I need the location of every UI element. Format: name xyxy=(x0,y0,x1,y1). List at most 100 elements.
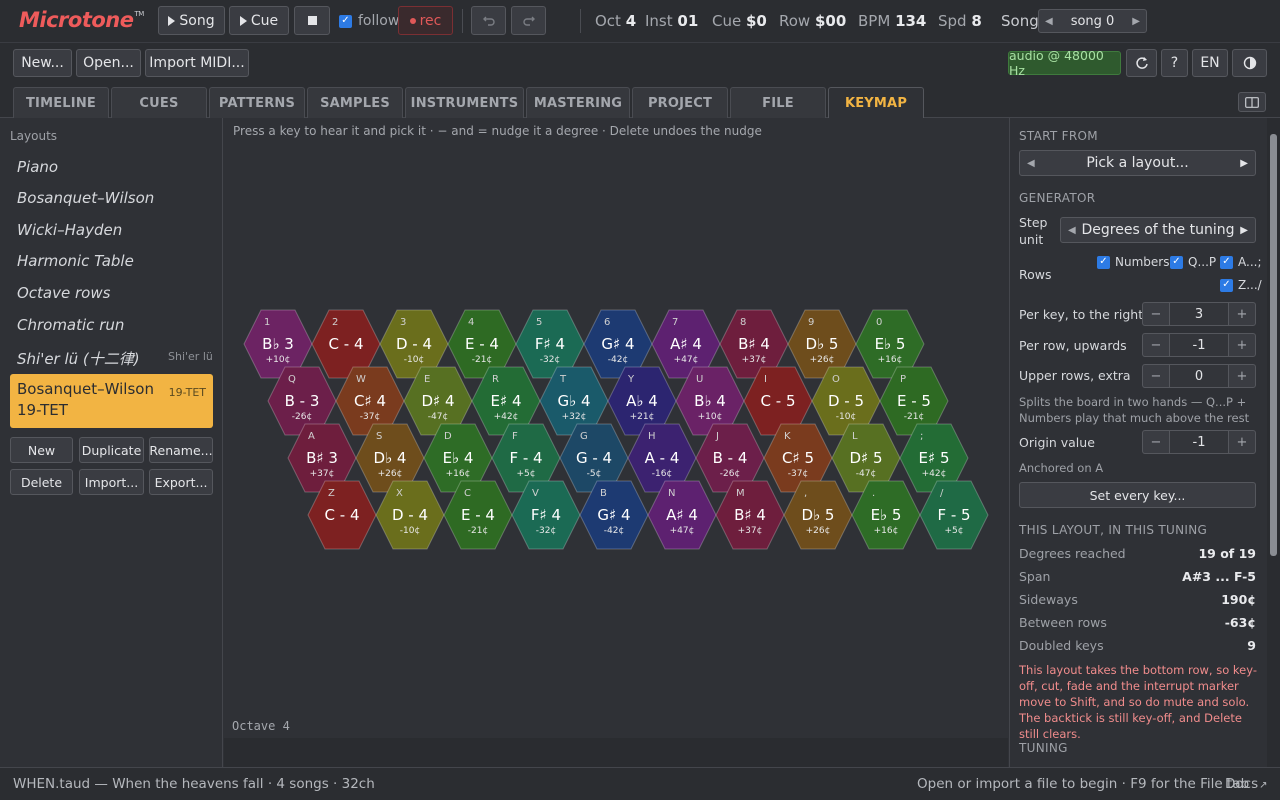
upper-rows-stepper[interactable]: −0 + xyxy=(1142,364,1256,388)
hex-key-cents: +42¢ xyxy=(922,469,947,479)
layout-item[interactable]: Octave rows xyxy=(17,284,110,302)
rows-numbers-checkbox[interactable]: ✓ Numbers xyxy=(1097,255,1169,269)
redo-button[interactable] xyxy=(511,6,546,35)
hex-key-letter: S xyxy=(376,431,382,442)
tab-samples[interactable]: SAMPLES xyxy=(307,87,403,118)
duplicate-layout-button[interactable]: Duplicate xyxy=(79,437,144,463)
generator-heading: GENERATOR xyxy=(1019,191,1096,205)
step-unit-select[interactable]: ◀ Degrees of the tuning ▶ xyxy=(1060,217,1256,243)
hex-key-cents: +16¢ xyxy=(874,526,899,536)
hex-key-letter: W xyxy=(356,374,366,385)
tab-timeline[interactable]: TIMELINE xyxy=(13,87,109,118)
layout-item[interactable]: Harmonic Table xyxy=(17,252,134,270)
prev-arrow-icon[interactable]: ◀ xyxy=(1045,16,1053,27)
pick-layout-select[interactable]: ◀ Pick a layout... ▶ xyxy=(1019,150,1256,176)
record-button[interactable]: rec xyxy=(398,6,453,35)
hex-key-cents: -37¢ xyxy=(360,412,380,422)
app-logo: MicrotoneTM xyxy=(19,8,144,32)
play-cue-button[interactable]: Cue xyxy=(229,6,289,35)
open-button[interactable]: Open... xyxy=(76,49,141,77)
origin-stepper[interactable]: − -1 + xyxy=(1142,430,1256,454)
hex-key-cents: +10¢ xyxy=(266,355,291,365)
tab-project[interactable]: PROJECT xyxy=(632,87,728,118)
hex-key-note: E♭ 5 xyxy=(875,335,906,353)
hex-key-cents: +37¢ xyxy=(742,355,767,365)
help-button[interactable]: ? xyxy=(1161,49,1188,77)
reload-button[interactable] xyxy=(1126,49,1157,77)
hex-key-note: G♯ 4 xyxy=(601,335,634,353)
per-row-stepper[interactable]: − -1 + xyxy=(1142,333,1256,357)
new-button[interactable]: New... xyxy=(13,49,72,77)
delete-layout-button[interactable]: Delete xyxy=(10,469,73,495)
this-layout-heading: THIS LAYOUT, IN THIS TUNING xyxy=(1019,523,1208,537)
hex-key-letter: N xyxy=(668,488,675,499)
tab-mastering[interactable]: MASTERING xyxy=(526,87,630,118)
tab-instruments[interactable]: INSTRUMENTS xyxy=(405,87,524,118)
theme-toggle-button[interactable] xyxy=(1232,49,1267,77)
stop-icon xyxy=(307,16,317,25)
rename-layout-button[interactable]: Rename... xyxy=(149,437,213,463)
hex-key-note: F - 5 xyxy=(937,506,970,524)
rows-a-checkbox[interactable]: ✓ A...; xyxy=(1220,255,1261,269)
hex-key-letter: M xyxy=(736,488,745,499)
play-icon xyxy=(239,15,247,26)
hex-key-letter: 8 xyxy=(740,317,746,328)
hex-key-note: C♯ 4 xyxy=(354,392,386,410)
tab-file[interactable]: FILE xyxy=(730,87,826,118)
tab-patterns[interactable]: PATTERNS xyxy=(209,87,305,118)
layout-item-shier-lu[interactable]: Shi'er lü (十二律) Shi'er lü xyxy=(17,348,213,369)
tab-keymap[interactable]: KEYMAP xyxy=(828,87,924,118)
anchored-note: Anchored on A xyxy=(1019,461,1104,475)
hex-key-note: F♯ 4 xyxy=(535,335,565,353)
layout-item[interactable]: Wicki–Hayden xyxy=(17,221,122,239)
play-song-button[interactable]: Song xyxy=(158,6,225,35)
docs-link[interactable]: Docs↗ xyxy=(1225,776,1268,792)
hex-key-letter: B xyxy=(600,488,607,499)
import-layout-button[interactable]: Import... xyxy=(79,469,144,495)
scrollbar[interactable] xyxy=(1267,118,1280,767)
prev-arrow-icon: ◀ xyxy=(1068,224,1076,236)
layout-item[interactable]: Chromatic run xyxy=(17,316,124,334)
stat-sideways: Sideways 190¢ xyxy=(1019,592,1256,607)
stop-button[interactable] xyxy=(294,6,330,35)
layout-item[interactable]: Bosanquet–Wilson xyxy=(17,189,154,207)
hex-key-cents: -10¢ xyxy=(404,355,424,365)
import-midi-button[interactable]: Import MIDI... xyxy=(145,49,249,77)
per-key-stepper[interactable]: −3 + xyxy=(1142,302,1256,326)
hex-key-cents: +16¢ xyxy=(878,355,903,365)
hex-key-note: G - 4 xyxy=(576,449,612,467)
rows-z-checkbox[interactable]: ✓ Z.../ xyxy=(1220,278,1262,292)
song-selector[interactable]: ◀ song 0 ▶ xyxy=(1038,9,1147,33)
hex-key-note: E♯ 4 xyxy=(490,392,521,410)
upper-rows-label: Upper rows, extra xyxy=(1019,368,1131,383)
divider xyxy=(462,9,463,33)
hex-key-note: B - 3 xyxy=(285,392,320,410)
generator-panel: START FROM ◀ Pick a layout... ▶ GENERATOR … xyxy=(1009,118,1280,767)
checkbox-checked-icon: ✓ xyxy=(339,14,352,28)
hex-key-note: B - 4 xyxy=(713,449,748,467)
toggle-side-panel-button[interactable] xyxy=(1238,92,1266,112)
next-arrow-icon[interactable]: ▶ xyxy=(1132,16,1140,27)
hex-key-cents: +5¢ xyxy=(517,469,536,479)
export-layout-button[interactable]: Export... xyxy=(149,469,213,495)
prev-arrow-icon: ◀ xyxy=(1027,157,1035,169)
tab-cues[interactable]: CUES xyxy=(111,87,207,118)
stat-span: Span A#3 ... F-5 xyxy=(1019,569,1256,584)
rows-qp-checkbox[interactable]: ✓ Q...P xyxy=(1170,255,1216,269)
set-every-key-button[interactable]: Set every key... xyxy=(1019,482,1256,508)
hex-key-letter: ; xyxy=(920,431,923,442)
language-button[interactable]: EN xyxy=(1192,49,1228,77)
layout-item-selected[interactable]: Bosanquet–Wilson 19-TET 19-TET xyxy=(10,374,213,428)
decrement-icon: − xyxy=(1150,434,1162,450)
hex-key-note: E♯ 5 xyxy=(918,449,949,467)
scrollbar-thumb[interactable] xyxy=(1270,134,1277,556)
new-layout-button[interactable]: New xyxy=(10,437,73,463)
follow-toggle[interactable]: ✓ follow xyxy=(339,13,399,29)
undo-button[interactable] xyxy=(471,6,506,35)
tab-bar: TIMELINE CUES PATTERNS SAMPLES INSTRUMEN… xyxy=(0,84,1280,118)
stat-between-rows: Between rows -63¢ xyxy=(1019,615,1256,630)
hex-key-letter: X xyxy=(396,488,403,499)
hex-key-cents: -10¢ xyxy=(400,526,420,536)
hex-key-letter: J xyxy=(715,431,719,442)
layout-item[interactable]: Piano xyxy=(17,158,58,176)
